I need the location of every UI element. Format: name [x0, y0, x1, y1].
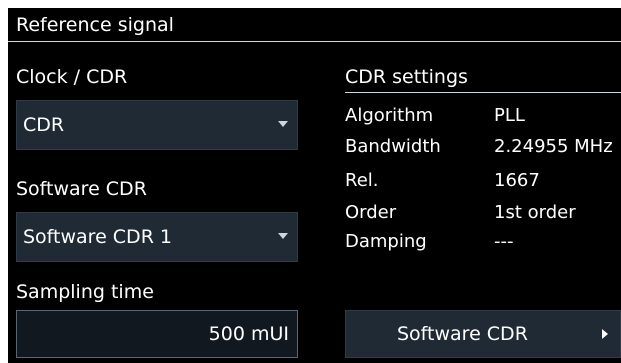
- sampling-time-label: Sampling time: [16, 281, 154, 303]
- clock-cdr-dropdown[interactable]: CDR: [16, 100, 298, 150]
- chevron-right-icon: [602, 329, 608, 339]
- cdr-setting-key: Damping: [345, 231, 427, 252]
- window-title-bar: Reference signal: [8, 8, 621, 42]
- software-cdr-dropdown[interactable]: Software CDR 1: [16, 212, 298, 262]
- clock-cdr-selected: CDR: [23, 114, 65, 136]
- cdr-setting-value: 1667: [494, 170, 540, 191]
- cdr-setting-key: Rel.: [345, 170, 379, 191]
- reference-signal-panel: Reference signal Clock / CDR CDR Softwar…: [8, 8, 621, 363]
- chevron-down-icon: [278, 121, 288, 127]
- chevron-down-icon: [278, 233, 288, 239]
- cdr-settings-divider: [345, 92, 621, 93]
- cdr-setting-value: ---: [494, 231, 514, 252]
- window-title: Reference signal: [16, 14, 174, 36]
- cdr-setting-value: PLL: [494, 105, 525, 126]
- sampling-time-value: 500 mUI: [208, 323, 289, 345]
- software-cdr-selected: Software CDR 1: [23, 226, 173, 248]
- cdr-setting-key: Order: [345, 202, 397, 223]
- software-cdr-label: Software CDR: [16, 178, 147, 200]
- cdr-setting-value: 2.24955 MHz: [494, 136, 613, 157]
- clock-cdr-label: Clock / CDR: [16, 66, 128, 88]
- software-cdr-button[interactable]: Software CDR: [345, 310, 621, 358]
- cdr-setting-key: Algorithm: [345, 105, 434, 126]
- cdr-setting-value: 1st order: [494, 202, 576, 223]
- sampling-time-input[interactable]: 500 mUI: [16, 310, 298, 358]
- cdr-setting-key: Bandwidth: [345, 136, 441, 157]
- software-cdr-button-label: Software CDR: [397, 323, 528, 345]
- cdr-settings-title: CDR settings: [345, 66, 468, 88]
